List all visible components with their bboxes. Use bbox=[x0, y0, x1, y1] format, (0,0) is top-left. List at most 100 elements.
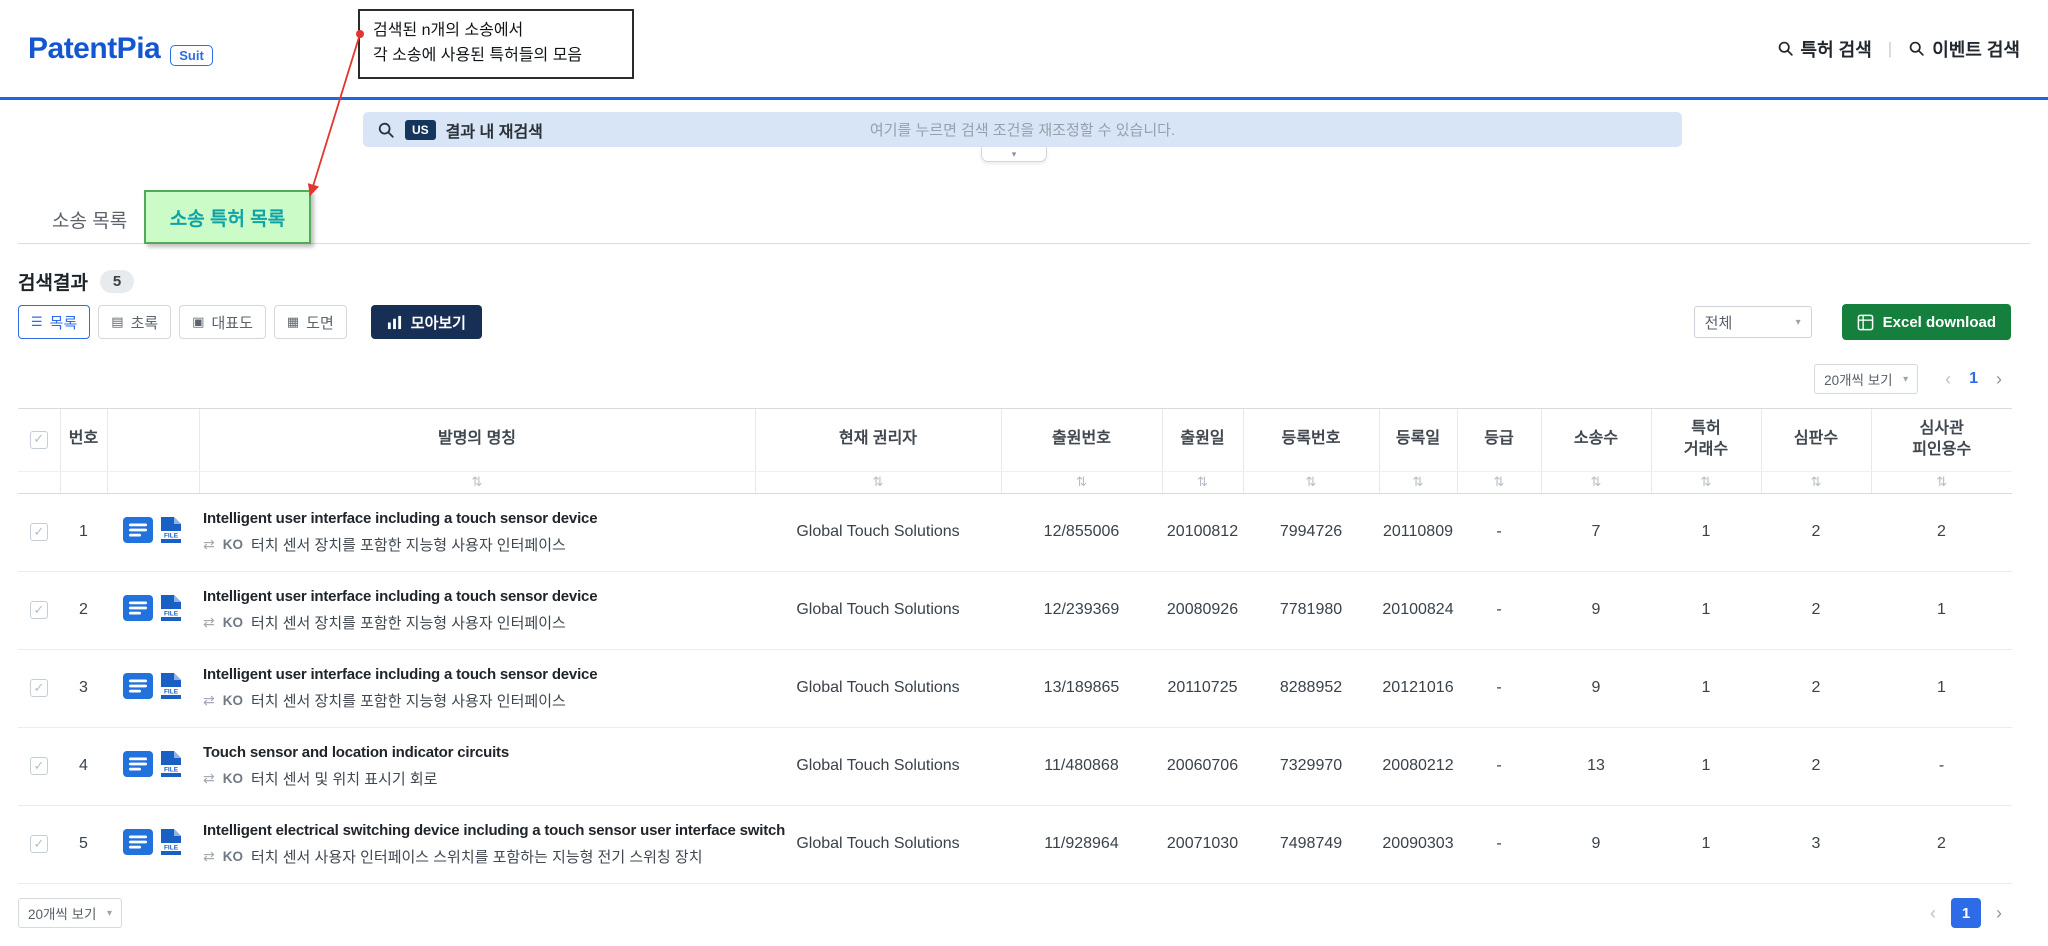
select-all-cell: ✓ bbox=[18, 409, 61, 472]
register-doc-icon[interactable] bbox=[123, 828, 153, 860]
sort-button-citation_count[interactable]: ⇅ bbox=[1871, 471, 2012, 494]
row-checkbox[interactable]: ✓ bbox=[30, 835, 48, 853]
table-row: ✓ 4 FILE Touch sensor and location indicato… bbox=[18, 727, 2012, 806]
patent-title-translation: ⇄ KO 터치 센서 사용자 인터페이스 스위치를 포함하는 지능형 전기 스위칭 … bbox=[203, 846, 755, 867]
patent-title-translation: ⇄ KO 터치 센서 장치를 포함한 지능형 사용자 인터페이스 bbox=[203, 612, 755, 633]
column-header-no[interactable]: 번호 bbox=[60, 409, 108, 472]
row-checkbox[interactable]: ✓ bbox=[30, 523, 48, 541]
patent-title-link[interactable]: Intelligent electrical switching device … bbox=[203, 822, 785, 839]
search-icon bbox=[1778, 41, 1793, 56]
nav-event-search[interactable]: 이벤트 검색 bbox=[1908, 36, 2020, 62]
examiner-citation-count: 2 bbox=[1871, 493, 2012, 572]
list-view-icon: ☰ bbox=[31, 314, 43, 329]
patent-title-link[interactable]: Touch sensor and location indicator circ… bbox=[203, 744, 755, 761]
registration-date: 20080212 bbox=[1379, 727, 1457, 806]
page-number-1[interactable]: 1 bbox=[1960, 370, 1987, 388]
select-all-checkbox[interactable]: ✓ bbox=[29, 430, 48, 449]
view-button-list[interactable]: ☰ 목록 bbox=[18, 305, 91, 339]
trial-count: 2 bbox=[1761, 571, 1871, 650]
sort-button-app_no[interactable]: ⇅ bbox=[1001, 471, 1163, 494]
view-mode-buttons: ☰ 목록 ▤ 초록 ▣ 대표도 ▦ 도면 bbox=[18, 305, 355, 339]
sort-button-owner[interactable]: ⇅ bbox=[755, 471, 1002, 494]
refine-search-bar[interactable]: US 결과 내 재검색 여기를 누르면 검색 조건을 재조정할 수 있습니다. bbox=[363, 112, 1682, 147]
next-page-button[interactable]: › bbox=[1987, 369, 2011, 390]
deal-count: 1 bbox=[1651, 727, 1761, 806]
column-header-owner[interactable]: 현재 권리자 bbox=[755, 409, 1002, 472]
prev-page-button[interactable]: ‹ bbox=[1936, 369, 1960, 390]
row-checkbox[interactable]: ✓ bbox=[30, 679, 48, 697]
row-checkbox[interactable]: ✓ bbox=[30, 757, 48, 775]
register-doc-icon[interactable] bbox=[123, 516, 153, 548]
chevron-down-icon: ▾ bbox=[1011, 148, 1017, 159]
excel-download-button[interactable]: Excel download bbox=[1841, 304, 2011, 340]
register-doc-icon[interactable] bbox=[123, 750, 153, 782]
prev-page-button[interactable]: ‹ bbox=[1921, 903, 1945, 924]
original-file-icon[interactable]: FILE bbox=[159, 594, 183, 627]
sort-button-reg_date[interactable]: ⇅ bbox=[1379, 471, 1458, 494]
sort-button-suit_count[interactable]: ⇅ bbox=[1541, 471, 1652, 494]
svg-text:FILE: FILE bbox=[164, 766, 179, 773]
column-header-app_date[interactable]: 출원일 bbox=[1162, 409, 1244, 472]
application-number: 11/928964 bbox=[1001, 805, 1162, 884]
original-file-icon[interactable]: FILE bbox=[159, 672, 183, 705]
translate-icon: ⇄ bbox=[203, 769, 215, 786]
language-tag: KO bbox=[222, 536, 243, 552]
row-number: 5 bbox=[60, 805, 107, 884]
view-button-rep-figure[interactable]: ▣ 대표도 bbox=[179, 305, 266, 339]
row-number: 2 bbox=[60, 571, 107, 650]
sort-button-title[interactable]: ⇅ bbox=[199, 471, 756, 494]
excel-download-label: Excel download bbox=[1882, 313, 1996, 331]
column-header-app_no[interactable]: 출원번호 bbox=[1001, 409, 1163, 472]
sort-spacer bbox=[60, 471, 108, 494]
column-header-suit_count[interactable]: 소송수 bbox=[1541, 409, 1652, 472]
grade: - bbox=[1457, 805, 1541, 884]
column-header-reg_no[interactable]: 등록번호 bbox=[1243, 409, 1380, 472]
register-doc-icon[interactable] bbox=[123, 672, 153, 704]
view-button-drawings[interactable]: ▦ 도면 bbox=[273, 305, 347, 339]
sort-button-reg_no[interactable]: ⇅ bbox=[1243, 471, 1380, 494]
column-header-reg_date[interactable]: 등록일 bbox=[1379, 409, 1458, 472]
column-header-title[interactable]: 발명의 명칭 bbox=[199, 409, 756, 472]
sort-button-deal_count[interactable]: ⇅ bbox=[1651, 471, 1762, 494]
tab-suit-list[interactable]: 소송 목록 bbox=[52, 206, 127, 233]
sort-button-grade[interactable]: ⇅ bbox=[1457, 471, 1542, 494]
row-select-cell: ✓ bbox=[18, 649, 60, 728]
next-page-button[interactable]: › bbox=[1987, 903, 2011, 924]
view-button-abstract[interactable]: ▤ 초록 bbox=[98, 305, 172, 339]
original-file-icon[interactable]: FILE bbox=[159, 516, 183, 549]
tab-suit-patent-list[interactable]: 소송 특허 목록 bbox=[144, 190, 311, 244]
view-button-label: 목록 bbox=[49, 314, 78, 332]
grade: - bbox=[1457, 571, 1541, 650]
original-file-icon[interactable]: FILE bbox=[159, 750, 183, 783]
current-page-button[interactable]: 1 bbox=[1951, 898, 1981, 928]
trial-count: 3 bbox=[1761, 805, 1871, 884]
deal-count: 1 bbox=[1651, 805, 1761, 884]
examiner-citation-count: 1 bbox=[1871, 649, 2012, 728]
nav-patent-search-label: 특허 검색 bbox=[1800, 39, 1872, 60]
page-size-select[interactable]: 20개씩 보기 ▾ bbox=[1814, 364, 1919, 394]
column-header-citation_count[interactable]: 심사관 피인용수 bbox=[1871, 409, 2012, 472]
column-header-docs[interactable] bbox=[107, 409, 200, 472]
patent-title-ko: 터치 센서 및 위치 표시기 회로 bbox=[250, 770, 438, 788]
patent-title-link[interactable]: Intelligent user interface including a t… bbox=[203, 666, 755, 683]
row-doc-icons: FILE bbox=[107, 493, 199, 572]
nav-patent-search[interactable]: 특허 검색 bbox=[1777, 36, 1872, 62]
column-header-deal_count[interactable]: 특허 거래수 bbox=[1651, 409, 1762, 472]
page-size-select-bottom[interactable]: 20개씩 보기 ▾ bbox=[18, 898, 122, 928]
row-doc-icons: FILE bbox=[107, 649, 199, 728]
original-file-icon[interactable]: FILE bbox=[159, 828, 183, 861]
suit-count: 9 bbox=[1541, 649, 1651, 728]
application-number: 13/189865 bbox=[1001, 649, 1162, 728]
sort-button-trial_count[interactable]: ⇅ bbox=[1761, 471, 1872, 494]
row-checkbox[interactable]: ✓ bbox=[30, 601, 48, 619]
column-header-trial_count[interactable]: 심판수 bbox=[1761, 409, 1872, 472]
sort-button-app_date[interactable]: ⇅ bbox=[1162, 471, 1244, 494]
patent-title-link[interactable]: Intelligent user interface including a t… bbox=[203, 510, 755, 527]
register-doc-icon[interactable] bbox=[123, 594, 153, 626]
filter-select[interactable]: 전체 ▾ bbox=[1693, 306, 1812, 338]
patent-title-link[interactable]: Intelligent user interface including a t… bbox=[203, 588, 755, 605]
collect-view-button[interactable]: 모아보기 bbox=[370, 305, 482, 339]
column-header-grade[interactable]: 등급 bbox=[1457, 409, 1542, 472]
search-expand-button[interactable]: ▾ bbox=[981, 147, 1047, 162]
table-row: ✓ 1 FILE Intelligent user interface includi… bbox=[18, 493, 2012, 572]
